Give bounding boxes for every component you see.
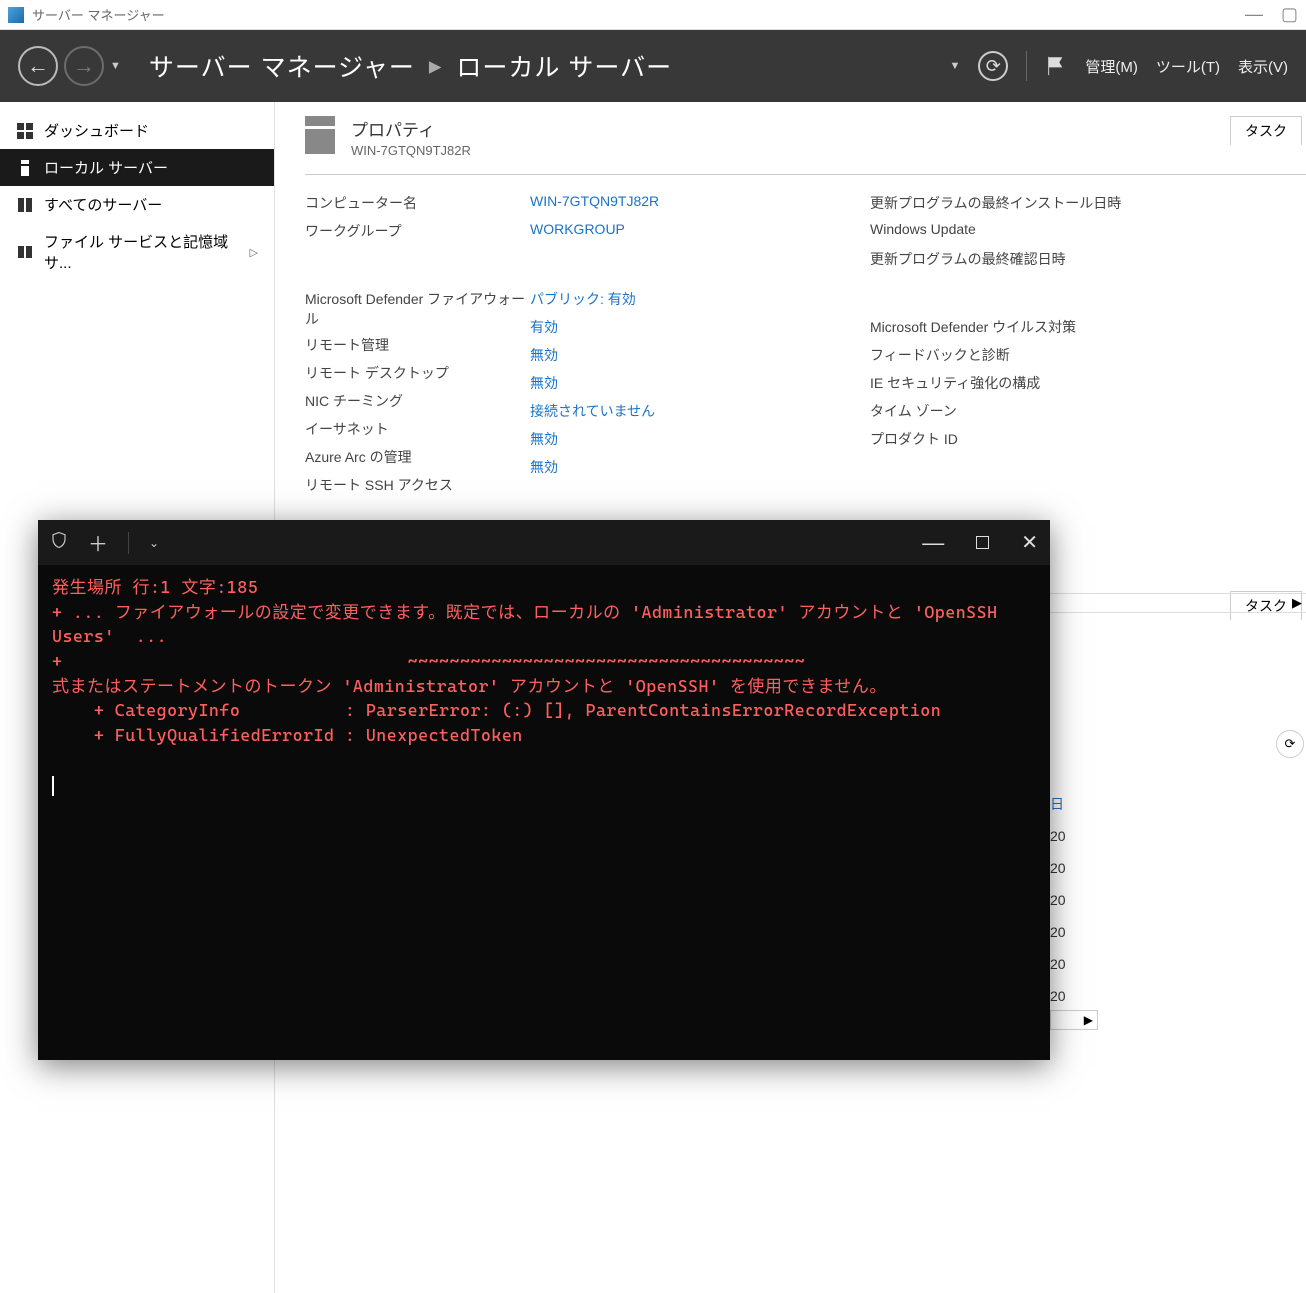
terminal-cursor xyxy=(52,776,54,796)
sidebar-item-dashboard[interactable]: ダッシュボード xyxy=(0,112,274,149)
window-title: サーバー マネージャー xyxy=(32,5,165,24)
terminal-titlebar[interactable]: ＋ ⌄ — ✕ xyxy=(38,520,1050,565)
menu-manage[interactable]: 管理(M) xyxy=(1085,56,1138,77)
horizontal-scroll-right[interactable]: ▶ xyxy=(1050,1010,1098,1030)
header-toolbar: ← → ▼ サーバー マネージャー ▸ ローカル サーバー ▼ ⟳ 管理(M) … xyxy=(0,30,1306,102)
terminal-minimize-button[interactable]: — xyxy=(922,530,944,556)
prop-label: 更新プログラムの最終インストール日時 xyxy=(870,193,1121,215)
nav-back-button[interactable]: ← xyxy=(18,46,58,86)
prop-label: ワークグループ xyxy=(305,221,402,243)
ethernet-link[interactable]: 接続されていません xyxy=(530,401,655,423)
cell: 20 xyxy=(1050,852,1066,884)
separator xyxy=(128,532,129,554)
sidebar-item-label: ローカル サーバー xyxy=(44,157,168,178)
sidebar-item-label: ファイル サービスと記憶域サ... xyxy=(44,231,240,273)
workgroup-link[interactable]: WORKGROUP xyxy=(530,221,625,243)
remote-desktop-link[interactable]: 無効 xyxy=(530,345,558,367)
terminal-window: ＋ ⌄ — ✕ 発生場所 行:1 文字:185 + ... ファイアウォールの設… xyxy=(38,520,1050,1060)
prop-label: リモート管理 xyxy=(305,335,389,357)
nic-teaming-link[interactable]: 無効 xyxy=(530,373,558,395)
prop-label: イーサネット xyxy=(305,419,389,441)
remote-ssh-link[interactable]: 無効 xyxy=(530,457,558,479)
cell: 20 xyxy=(1050,980,1066,1012)
sidebar-item-label: すべてのサーバー xyxy=(44,194,162,215)
refresh-button[interactable]: ⟳ xyxy=(978,51,1008,81)
horizontal-scroll-right-upper[interactable]: ▶ xyxy=(1050,593,1306,613)
prop-label: フィードバックと診断 xyxy=(870,345,1010,367)
prop-label: 更新プログラムの最終確認日時 xyxy=(870,249,1066,271)
tab-dropdown[interactable]: ⌄ xyxy=(149,536,159,550)
menu-view[interactable]: 表示(V) xyxy=(1238,56,1288,77)
new-tab-button[interactable]: ＋ xyxy=(88,528,108,557)
minimize-button[interactable]: — xyxy=(1245,4,1263,25)
terminal-maximize-button[interactable] xyxy=(976,536,989,549)
servers-icon xyxy=(16,196,34,214)
prop-label: Microsoft Defender ファイアウォール xyxy=(305,289,530,329)
prop-label: プロダクト ID xyxy=(870,429,958,451)
computer-name-link[interactable]: WIN-7GTQN9TJ82R xyxy=(530,193,659,215)
prop-label: タイム ゾーン xyxy=(870,401,957,423)
tasks-dropdown[interactable]: タスク xyxy=(1230,116,1302,145)
firewall-link[interactable]: パブリック: 有効 xyxy=(530,289,636,311)
prop-label: コンピューター名 xyxy=(305,193,417,215)
section-subtitle: WIN-7GTQN9TJ82R xyxy=(351,143,471,158)
cell: 20 xyxy=(1050,884,1066,916)
partial-date-column: 日 20 20 20 20 20 20 xyxy=(1050,788,1066,1012)
cell: 20 xyxy=(1050,948,1066,980)
azure-arc-link[interactable]: 無効 xyxy=(530,429,558,451)
prop-label: Windows Update xyxy=(870,221,976,243)
sidebar-item-file-services[interactable]: ファイル サービスと記憶域サ... ▷ xyxy=(0,223,274,281)
prop-label: IE セキュリティ強化の構成 xyxy=(870,373,1040,395)
prop-label: NIC チーミング xyxy=(305,391,403,413)
window-titlebar: サーバー マネージャー — ▢ xyxy=(0,0,1306,30)
breadcrumb-root[interactable]: サーバー マネージャー xyxy=(149,48,415,84)
refresh-section-button[interactable]: ⟳ xyxy=(1276,730,1304,758)
files-icon xyxy=(16,243,34,261)
properties-grid: コンピューター名 ワークグループ Microsoft Defender ファイア… xyxy=(305,174,1306,511)
prop-label: Azure Arc の管理 xyxy=(305,447,412,469)
remote-mgmt-link[interactable]: 有効 xyxy=(530,317,558,339)
prop-label: リモート デスクトップ xyxy=(305,363,449,385)
cell: 20 xyxy=(1050,820,1066,852)
server-icon xyxy=(16,159,34,177)
separator xyxy=(1026,51,1027,81)
breadcrumb-leaf[interactable]: ローカル サーバー xyxy=(456,48,672,84)
chevron-right-icon: ▷ xyxy=(250,246,258,259)
prop-label: リモート SSH アクセス xyxy=(305,475,453,497)
menu-tools[interactable]: ツール(T) xyxy=(1156,56,1220,77)
nav-forward-button: → xyxy=(64,46,104,86)
breadcrumb: サーバー マネージャー ▸ ローカル サーバー xyxy=(149,48,672,84)
cell: 20 xyxy=(1050,916,1066,948)
shield-icon xyxy=(50,531,68,554)
app-icon xyxy=(8,7,24,23)
sidebar-item-all-servers[interactable]: すべてのサーバー xyxy=(0,186,274,223)
nav-history-dropdown[interactable]: ▼ xyxy=(110,60,121,72)
sidebar-item-local-server[interactable]: ローカル サーバー xyxy=(0,149,274,186)
terminal-output[interactable]: 発生場所 行:1 文字:185 + ... ファイアウォールの設定で変更できます… xyxy=(38,565,1050,1060)
section-title: プロパティ xyxy=(351,116,471,141)
terminal-close-button[interactable]: ✕ xyxy=(1021,530,1038,555)
breadcrumb-dropdown[interactable]: ▼ xyxy=(949,60,960,72)
sidebar-item-label: ダッシュボード xyxy=(44,120,149,141)
notifications-flag-icon[interactable] xyxy=(1045,55,1067,77)
dashboard-icon xyxy=(16,122,34,140)
properties-section-icon xyxy=(305,116,335,154)
chevron-right-icon: ▸ xyxy=(429,51,443,81)
prop-label: Microsoft Defender ウイルス対策 xyxy=(870,317,1076,339)
column-header: 日 xyxy=(1050,788,1066,820)
maximize-button[interactable]: ▢ xyxy=(1281,4,1298,25)
